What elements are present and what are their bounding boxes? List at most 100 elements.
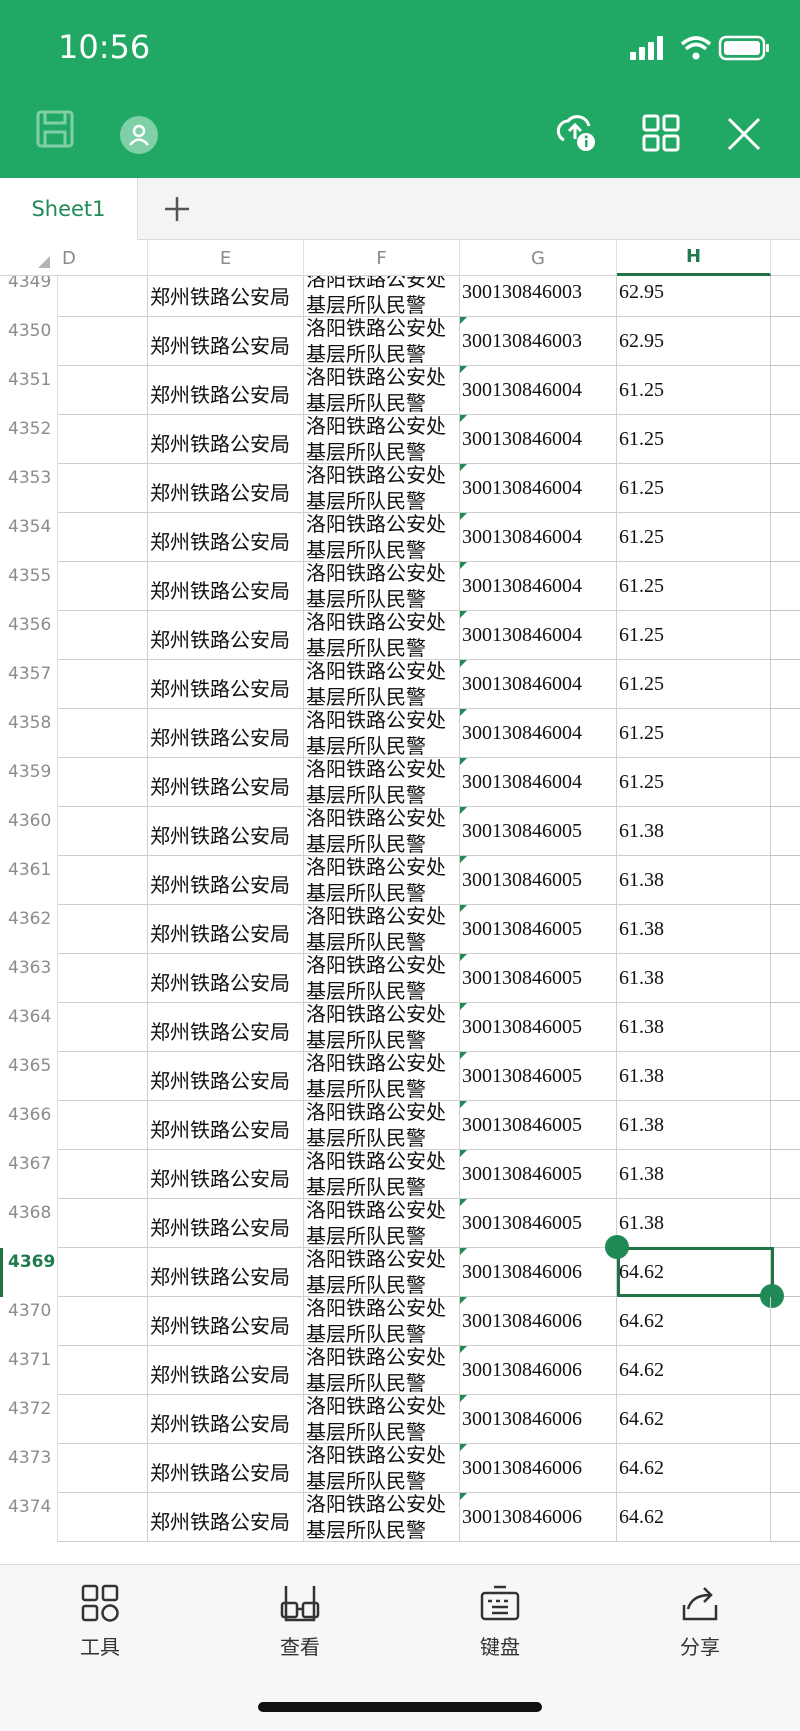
cell-i[interactable] — [771, 660, 800, 709]
cell-f[interactable]: 洛阳铁路公安处基层所队民警 — [304, 1346, 460, 1395]
cell-h[interactable]: 64.62 — [617, 1297, 771, 1346]
cell-i[interactable] — [771, 276, 800, 317]
cell-i[interactable] — [771, 905, 800, 954]
cell-f[interactable]: 洛阳铁路公安处基层所队民警 — [304, 317, 460, 366]
cell-f[interactable]: 洛阳铁路公安处基层所队民警 — [304, 366, 460, 415]
row-number[interactable]: 4359 — [0, 758, 58, 807]
cell-e[interactable]: 郑州铁路公安局 — [148, 1444, 304, 1493]
cell-i[interactable] — [771, 366, 800, 415]
keyboard-button[interactable]: 键盘 — [440, 1583, 560, 1660]
column-header-h[interactable]: H — [617, 240, 771, 276]
cell-f[interactable]: 洛阳铁路公安处基层所队民警 — [304, 1395, 460, 1444]
cell-e[interactable]: 郑州铁路公安局 — [148, 317, 304, 366]
cell-g[interactable]: 300130846005 — [460, 1150, 617, 1199]
cell-d[interactable] — [58, 1199, 148, 1248]
cell-e[interactable]: 郑州铁路公安局 — [148, 856, 304, 905]
cell-i[interactable] — [771, 1395, 800, 1444]
cell-i[interactable] — [771, 1297, 800, 1346]
cell-d[interactable] — [58, 611, 148, 660]
cell-h[interactable]: 61.38 — [617, 1003, 771, 1052]
cell-d[interactable] — [58, 905, 148, 954]
table-row[interactable]: 4353 郑州铁路公安局 洛阳铁路公安处基层所队民警 300130846004 61.2… — [0, 464, 800, 513]
cell-f[interactable]: 洛阳铁路公安处基层所队民警 — [304, 758, 460, 807]
cell-f[interactable]: 洛阳铁路公安处基层所队民警 — [304, 611, 460, 660]
row-number[interactable]: 4358 — [0, 709, 58, 758]
cell-i[interactable] — [771, 1150, 800, 1199]
table-row[interactable]: 4357 郑州铁路公安局 洛阳铁路公安处基层所队民警 300130846004 61.2… — [0, 660, 800, 709]
row-number[interactable]: 4371 — [0, 1346, 58, 1395]
cell-d[interactable] — [58, 1052, 148, 1101]
cell-i[interactable] — [771, 415, 800, 464]
row-number[interactable]: 4360 — [0, 807, 58, 856]
column-header-g[interactable]: G — [460, 240, 617, 276]
cell-e[interactable]: 郑州铁路公安局 — [148, 1346, 304, 1395]
cell-h[interactable]: 61.25 — [617, 415, 771, 464]
cell-f[interactable]: 洛阳铁路公安处基层所队民警 — [304, 1052, 460, 1101]
account-icon[interactable] — [120, 116, 158, 158]
cell-h[interactable]: 64.62 — [617, 1346, 771, 1395]
cell-g[interactable]: 300130846005 — [460, 1199, 617, 1248]
cell-f[interactable]: 洛阳铁路公安处基层所队民警 — [304, 954, 460, 1003]
row-number[interactable]: 4354 — [0, 513, 58, 562]
row-number[interactable]: 4350 — [0, 317, 58, 366]
cell-d[interactable] — [58, 1493, 148, 1542]
table-row[interactable]: 4356 郑州铁路公安局 洛阳铁路公安处基层所队民警 300130846004 61.2… — [0, 611, 800, 660]
cell-d[interactable] — [58, 954, 148, 1003]
cell-f[interactable]: 洛阳铁路公安处基层所队民警 — [304, 807, 460, 856]
cell-d[interactable] — [58, 660, 148, 709]
table-row[interactable]: 4354 郑州铁路公安局 洛阳铁路公安处基层所队民警 300130846004 61.2… — [0, 513, 800, 562]
tools-button[interactable]: 工具 — [40, 1583, 160, 1660]
cell-g[interactable]: 300130846004 — [460, 758, 617, 807]
cell-i[interactable] — [771, 1003, 800, 1052]
select-all-corner[interactable] — [38, 256, 50, 268]
cell-g[interactable]: 300130846005 — [460, 856, 617, 905]
cell-d[interactable] — [58, 1150, 148, 1199]
cell-g[interactable]: 300130846003 — [460, 317, 617, 366]
cell-f[interactable]: 洛阳铁路公安处基层所队民警 — [304, 513, 460, 562]
cell-h[interactable]: 61.38 — [617, 1101, 771, 1150]
cell-d[interactable] — [58, 366, 148, 415]
cell-h[interactable]: 62.95 — [617, 317, 771, 366]
cell-d[interactable] — [58, 562, 148, 611]
cell-g[interactable]: 300130846003 — [460, 276, 617, 317]
cell-i[interactable] — [771, 856, 800, 905]
table-row[interactable]: 4373 郑州铁路公安局 洛阳铁路公安处基层所队民警 300130846006 64.6… — [0, 1444, 800, 1493]
cell-i[interactable] — [771, 611, 800, 660]
cell-h[interactable]: 61.38 — [617, 1052, 771, 1101]
cell-f[interactable]: 洛阳铁路公安处基层所队民警 — [304, 1444, 460, 1493]
cell-h[interactable]: 64.62 — [617, 1444, 771, 1493]
cell-i[interactable] — [771, 562, 800, 611]
cell-h[interactable]: 61.38 — [617, 1199, 771, 1248]
cell-g[interactable]: 300130846005 — [460, 1052, 617, 1101]
cell-d[interactable] — [58, 513, 148, 562]
row-number[interactable]: 4351 — [0, 366, 58, 415]
row-number[interactable]: 4363 — [0, 954, 58, 1003]
table-row[interactable]: 4374 郑州铁路公安局 洛阳铁路公安处基层所队民警 300130846006 64.6… — [0, 1493, 800, 1542]
cell-f[interactable]: 洛阳铁路公安处基层所队民警 — [304, 1493, 460, 1542]
cell-d[interactable] — [58, 856, 148, 905]
cell-d[interactable] — [58, 276, 148, 317]
table-row[interactable]: 4371 郑州铁路公安局 洛阳铁路公安处基层所队民警 300130846006 64.6… — [0, 1346, 800, 1395]
add-sheet-icon[interactable] — [160, 192, 194, 226]
cell-e[interactable]: 郑州铁路公安局 — [148, 758, 304, 807]
cell-h[interactable]: 61.38 — [617, 905, 771, 954]
cell-d[interactable] — [58, 758, 148, 807]
cell-f[interactable]: 洛阳铁路公安处基层所队民警 — [304, 1248, 460, 1297]
cell-g[interactable]: 300130846006 — [460, 1444, 617, 1493]
cell-g[interactable]: 300130846005 — [460, 807, 617, 856]
cell-h[interactable]: 62.95 — [617, 276, 771, 317]
cell-e[interactable]: 郑州铁路公安局 — [148, 562, 304, 611]
cell-h[interactable]: 61.25 — [617, 513, 771, 562]
cell-e[interactable]: 郑州铁路公安局 — [148, 1003, 304, 1052]
table-row[interactable]: 4352 郑州铁路公安局 洛阳铁路公安处基层所队民警 300130846004 61.2… — [0, 415, 800, 464]
cell-e[interactable]: 郑州铁路公安局 — [148, 464, 304, 513]
cell-d[interactable] — [58, 1248, 148, 1297]
table-row[interactable]: 4365 郑州铁路公安局 洛阳铁路公安处基层所队民警 300130846005 61.3… — [0, 1052, 800, 1101]
cell-e[interactable]: 郑州铁路公安局 — [148, 1248, 304, 1297]
cell-g[interactable]: 300130846004 — [460, 513, 617, 562]
row-number[interactable]: 4362 — [0, 905, 58, 954]
table-row[interactable]: 4366 郑州铁路公安局 洛阳铁路公安处基层所队民警 300130846005 61.3… — [0, 1101, 800, 1150]
cell-h[interactable]: 61.25 — [617, 611, 771, 660]
row-number[interactable]: 4370 — [0, 1297, 58, 1346]
cell-h[interactable]: 64.62 — [617, 1395, 771, 1444]
